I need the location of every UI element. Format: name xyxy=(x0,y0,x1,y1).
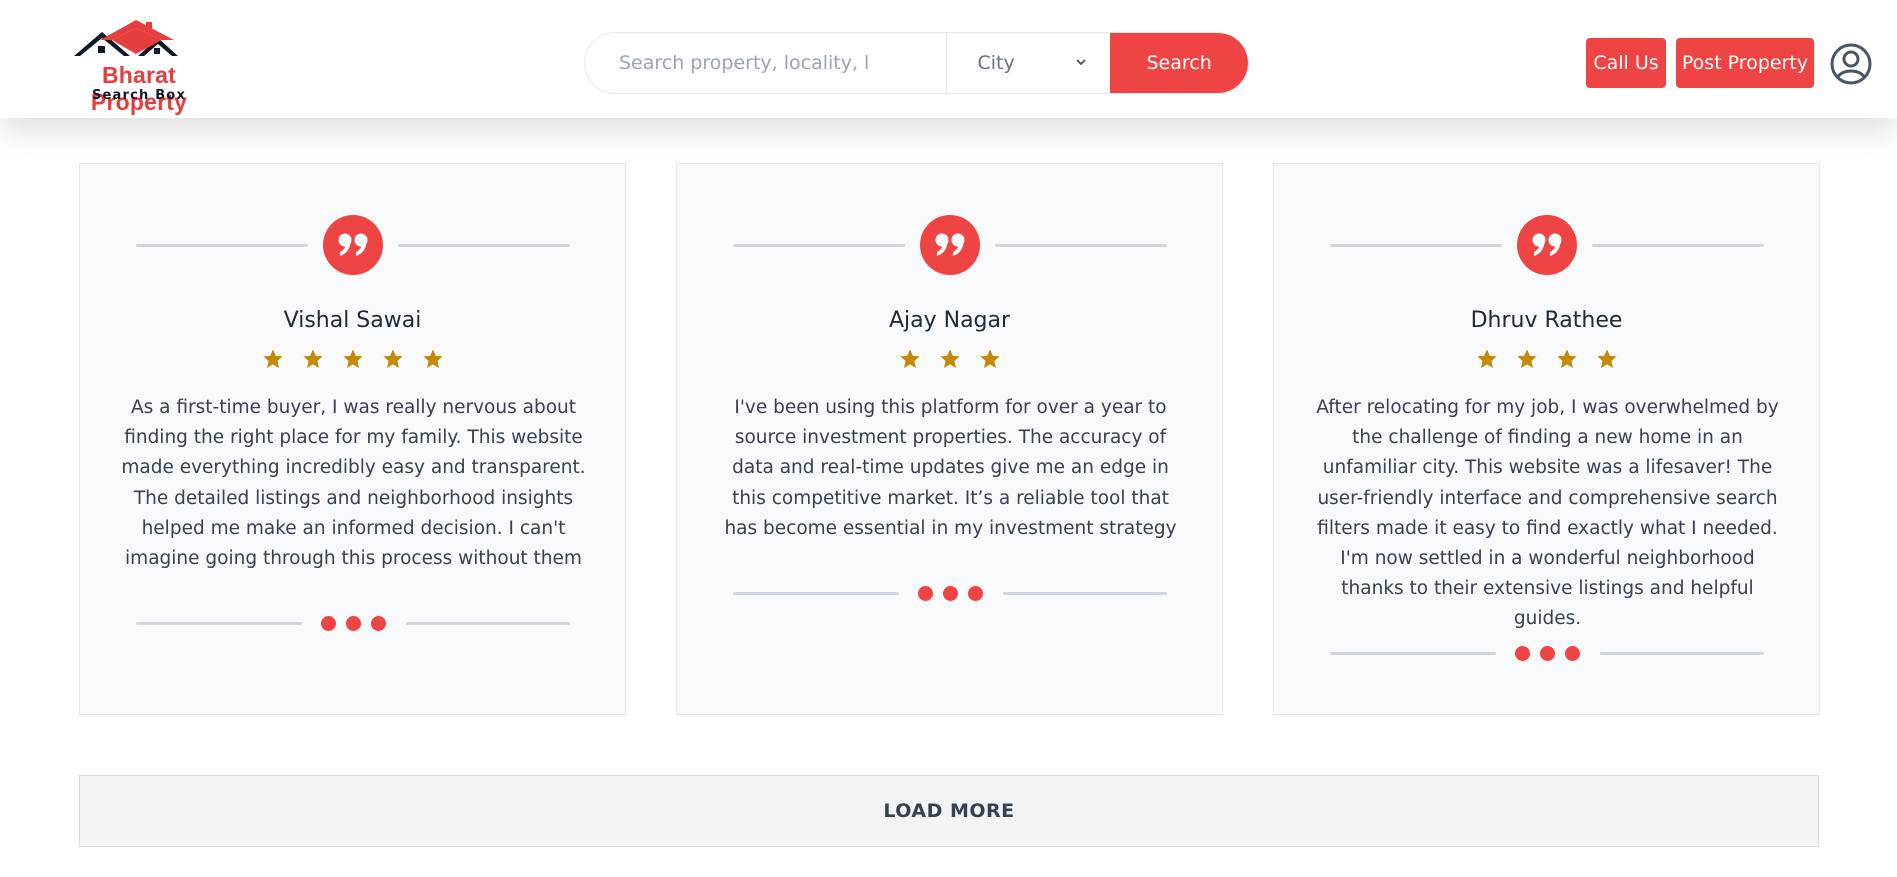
quote-icon xyxy=(1532,233,1562,256)
chevron-down-icon xyxy=(1076,59,1086,66)
star-rating xyxy=(677,348,1222,370)
divider-line xyxy=(733,244,905,247)
star-icon xyxy=(1516,349,1537,368)
dot-icon xyxy=(1540,646,1555,661)
star-icon xyxy=(939,349,960,368)
star-icon xyxy=(979,349,1000,368)
quote-badge xyxy=(323,215,383,275)
divider-line xyxy=(136,622,302,625)
dot-icon xyxy=(321,616,336,631)
user-account-icon[interactable] xyxy=(1830,43,1872,85)
call-us-button[interactable]: Call Us xyxy=(1586,38,1666,88)
star-icon xyxy=(262,349,283,368)
search-input[interactable] xyxy=(585,33,947,93)
brand-subtitle: Search Box xyxy=(91,88,187,103)
testimonial-text: After relocating for my job, I was overw… xyxy=(1316,397,1779,630)
post-property-button[interactable]: Post Property xyxy=(1676,38,1814,88)
city-select-label: City xyxy=(977,52,1015,74)
testimonial-card: Ajay Nagar I've been using this platform… xyxy=(676,163,1223,715)
dot-icon xyxy=(1515,646,1530,661)
star-icon xyxy=(422,349,443,368)
divider-line xyxy=(1330,652,1496,655)
testimonial-text: As a first-time buyer, I was really nerv… xyxy=(121,397,586,570)
dots-decoration xyxy=(918,586,983,601)
quote-icon xyxy=(935,233,965,256)
divider-line xyxy=(136,244,308,247)
brand-logo[interactable]: Bharat Property Search Box xyxy=(52,20,232,115)
star-icon xyxy=(899,349,920,368)
dot-icon xyxy=(918,586,933,601)
divider-line xyxy=(398,244,570,247)
dot-icon xyxy=(371,616,386,631)
star-icon xyxy=(1556,349,1577,368)
reviewer-name: Vishal Sawai xyxy=(283,308,422,333)
quote-badge xyxy=(920,215,980,275)
star-icon xyxy=(1596,349,1617,368)
star-icon xyxy=(342,349,363,368)
dot-icon xyxy=(943,586,958,601)
quote-badge xyxy=(1517,215,1577,275)
house-roof-icon xyxy=(74,20,178,56)
star-rating xyxy=(80,348,625,370)
site-header: Bharat Property Search Box City Search C… xyxy=(0,0,1897,118)
search-bar: City Search xyxy=(584,32,1249,94)
load-more-button[interactable]: LOAD MORE xyxy=(79,775,1819,847)
search-button[interactable]: Search xyxy=(1110,33,1248,93)
testimonial-card: Dhruv Rathee After relocating for my job… xyxy=(1273,163,1820,715)
star-icon xyxy=(1476,349,1497,368)
divider-line xyxy=(1330,244,1502,247)
dot-icon xyxy=(1565,646,1580,661)
testimonial-text: I've been using this platform for over a… xyxy=(724,397,1177,539)
dots-decoration xyxy=(321,616,386,631)
testimonial-card: Vishal Sawai As a first-time buyer, I wa… xyxy=(79,163,626,715)
dots-decoration xyxy=(1515,646,1580,661)
quote-icon xyxy=(338,233,368,256)
divider-line xyxy=(733,592,899,595)
divider-line xyxy=(1600,652,1764,655)
divider-line xyxy=(1003,592,1167,595)
reviewer-name: Ajay Nagar xyxy=(888,308,1011,333)
reviewer-name: Dhruv Rathee xyxy=(1470,308,1623,333)
star-rating xyxy=(1274,348,1819,370)
divider-line xyxy=(995,244,1167,247)
dot-icon xyxy=(346,616,361,631)
dot-icon xyxy=(968,586,983,601)
divider-line xyxy=(1592,244,1764,247)
star-icon xyxy=(302,349,323,368)
city-select[interactable]: City xyxy=(946,33,1110,93)
divider-line xyxy=(406,622,570,625)
star-icon xyxy=(382,349,403,368)
